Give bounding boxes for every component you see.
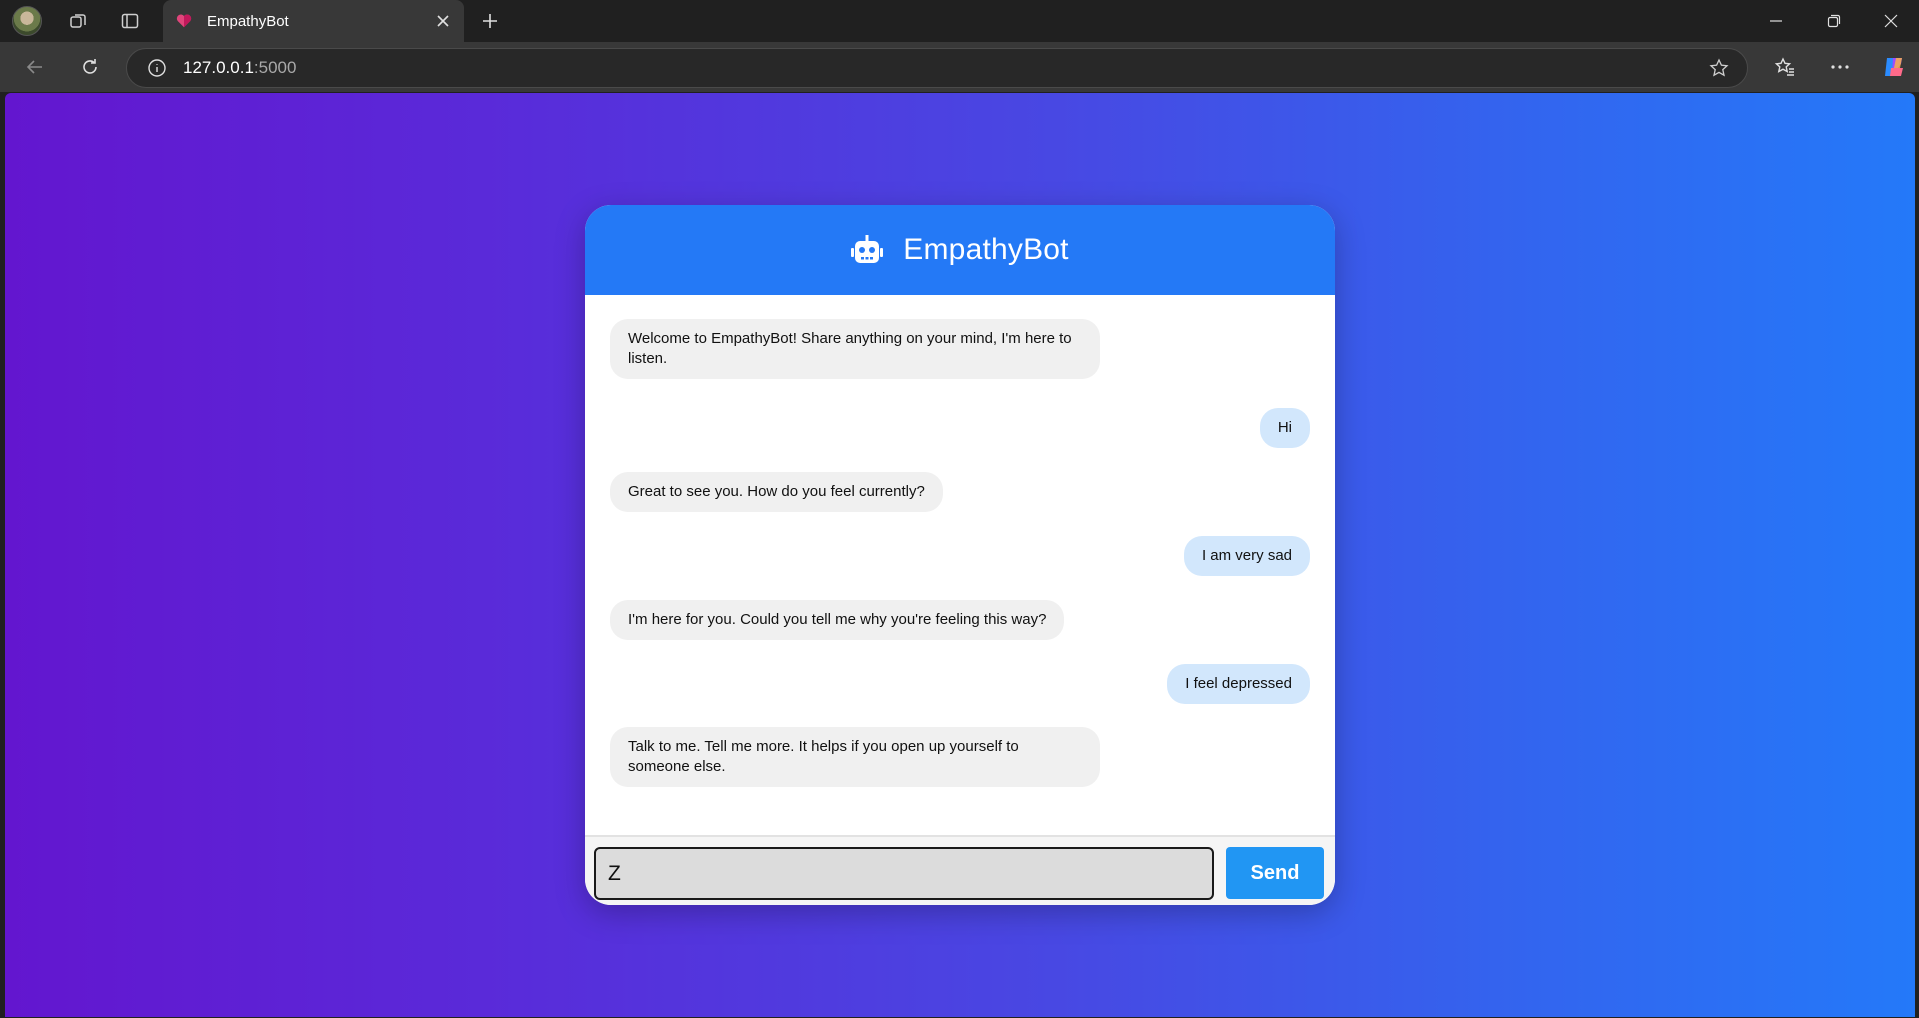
copilot-icon[interactable] [1874,47,1914,87]
message-input[interactable] [594,847,1214,900]
site-info-icon[interactable] [147,58,167,78]
close-tab-icon[interactable] [434,12,452,30]
profile-avatar[interactable] [12,6,42,36]
workspaces-icon[interactable] [58,1,98,41]
minimize-icon[interactable] [1747,0,1805,42]
more-options-icon[interactable] [1820,47,1860,87]
close-window-icon[interactable] [1862,0,1919,42]
browser-titlebar: EmpathyBot [0,0,1919,42]
message-list: Welcome to EmpathyBot! Share anything on… [585,295,1335,835]
tab-actions-icon[interactable] [110,1,150,41]
user-message: I am very sad [1183,536,1310,576]
bot-message: Welcome to EmpathyBot! Share anything on… [610,319,1100,379]
address-bar[interactable]: 127.0.0.1:5000 [126,48,1748,88]
user-message: Hi [1259,408,1310,448]
favorite-star-icon[interactable] [1709,58,1729,83]
message-composer: Send [585,835,1335,905]
tab-title: EmpathyBot [207,12,289,30]
new-tab-icon[interactable] [470,1,510,41]
back-arrow-icon[interactable] [15,47,55,87]
active-tab[interactable]: EmpathyBot [163,0,464,42]
chat-title: EmpathyBot [903,233,1069,266]
reload-icon[interactable] [70,47,110,87]
chat-container: EmpathyBot Welcome to EmpathyBot! Share … [585,205,1335,905]
bot-message: Talk to me. Tell me more. It helps if yo… [610,727,1100,787]
page-background: EmpathyBot Welcome to EmpathyBot! Share … [5,93,1915,1017]
bot-message: I'm here for you. Could you tell me why … [610,600,1065,640]
chat-header: EmpathyBot [585,205,1335,295]
user-message: I feel depressed [1167,664,1310,704]
bot-message: Great to see you. How do you feel curren… [610,472,943,512]
send-button[interactable]: Send [1226,847,1324,899]
url-host: 127.0.0.1 [183,58,254,77]
favorites-icon[interactable] [1765,47,1805,87]
restore-icon[interactable] [1805,0,1863,42]
url-port: :5000 [253,58,297,77]
robot-icon [851,235,884,265]
heart-favicon-icon [176,14,192,28]
